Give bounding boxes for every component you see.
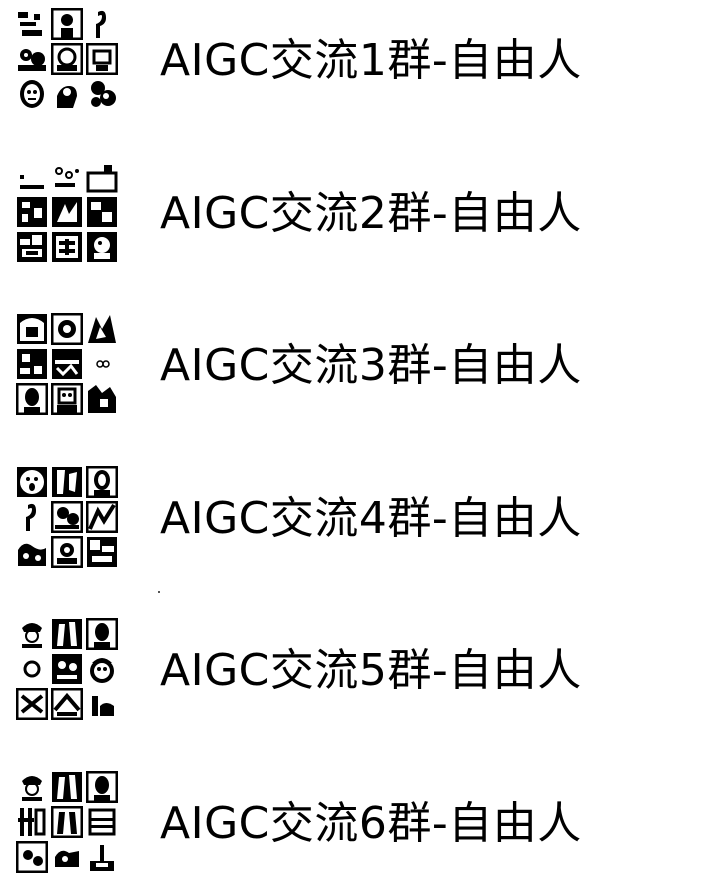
member-avatar-icon (51, 78, 83, 110)
member-avatar-icon (51, 196, 83, 228)
group-row[interactable]: AIGC交流3群-自由人 (0, 305, 719, 425)
member-avatar-icon (16, 161, 48, 193)
member-avatar-icon (51, 161, 83, 193)
member-avatar-icon (16, 841, 48, 873)
member-avatar-icon (16, 618, 48, 650)
member-avatar-icon (16, 8, 48, 40)
group-row[interactable]: AIGC交流6群-自由人 (0, 763, 719, 883)
member-avatar-icon (16, 806, 48, 838)
member-avatar-icon (16, 313, 48, 345)
group-name: AIGC交流5群-自由人 (160, 645, 582, 696)
member-avatar-icon (51, 653, 83, 685)
member-avatar-icon (86, 771, 118, 803)
group-name: AIGC交流2群-自由人 (160, 188, 582, 239)
member-avatar-icon (86, 618, 118, 650)
member-avatar-icon (51, 688, 83, 720)
group-name: AIGC交流4群-自由人 (160, 493, 582, 544)
group-name: AIGC交流1群-自由人 (160, 35, 582, 86)
member-avatar-icon (16, 688, 48, 720)
member-avatar-icon (16, 43, 48, 75)
group-name: AIGC交流3群-自由人 (160, 340, 582, 391)
group-row[interactable]: AIGC交流4群-自由人 (0, 458, 719, 578)
member-avatar-icon (51, 806, 83, 838)
member-avatar-icon (16, 383, 48, 415)
member-avatar-icon (51, 771, 83, 803)
member-avatar-icon (51, 383, 83, 415)
group-avatar-mosaic-icon (16, 8, 122, 114)
member-avatar-icon (86, 161, 118, 193)
member-avatar-icon (86, 466, 118, 498)
member-avatar-icon (16, 466, 48, 498)
member-avatar-icon (51, 536, 83, 568)
member-avatar-icon (86, 196, 118, 228)
member-avatar-icon (86, 43, 118, 75)
member-avatar-icon (51, 466, 83, 498)
member-avatar-icon (16, 231, 48, 263)
member-avatar-icon (86, 653, 118, 685)
member-avatar-icon (51, 348, 83, 380)
group-avatar-mosaic-icon (16, 161, 122, 267)
member-avatar-icon (86, 8, 118, 40)
member-avatar-icon (16, 501, 48, 533)
member-avatar-icon (86, 313, 118, 345)
member-avatar-icon (86, 806, 118, 838)
group-row[interactable]: AIGC交流1群-自由人 (0, 0, 719, 120)
member-avatar-icon (86, 231, 118, 263)
member-avatar-icon (51, 501, 83, 533)
member-avatar-icon (86, 841, 118, 873)
group-row[interactable]: AIGC交流2群-自由人 (0, 153, 719, 273)
member-avatar-icon (16, 771, 48, 803)
group-avatar-mosaic-icon (16, 771, 122, 877)
member-avatar-icon (16, 536, 48, 568)
member-avatar-icon (16, 78, 48, 110)
member-avatar-icon (86, 78, 118, 110)
member-avatar-icon (51, 8, 83, 40)
member-avatar-icon (16, 196, 48, 228)
member-avatar-icon (16, 653, 48, 685)
member-avatar-icon (51, 618, 83, 650)
member-avatar-icon (86, 536, 118, 568)
member-avatar-icon (51, 313, 83, 345)
divider-dot (158, 591, 160, 593)
member-avatar-icon (51, 231, 83, 263)
member-avatar-icon (51, 841, 83, 873)
group-row[interactable]: AIGC交流5群-自由人 (0, 610, 719, 730)
group-name: AIGC交流6群-自由人 (160, 798, 582, 849)
member-avatar-icon (86, 688, 118, 720)
group-avatar-mosaic-icon (16, 313, 122, 419)
member-avatar-icon (16, 348, 48, 380)
member-avatar-icon (86, 501, 118, 533)
member-avatar-icon (86, 383, 118, 415)
member-avatar-icon (86, 348, 118, 380)
group-avatar-mosaic-icon (16, 466, 122, 572)
group-avatar-mosaic-icon (16, 618, 122, 724)
member-avatar-icon (51, 43, 83, 75)
group-list: AIGC交流1群-自由人 AIGC交流2群-自由人 AIGC交流3群-自由人 A… (0, 0, 719, 893)
